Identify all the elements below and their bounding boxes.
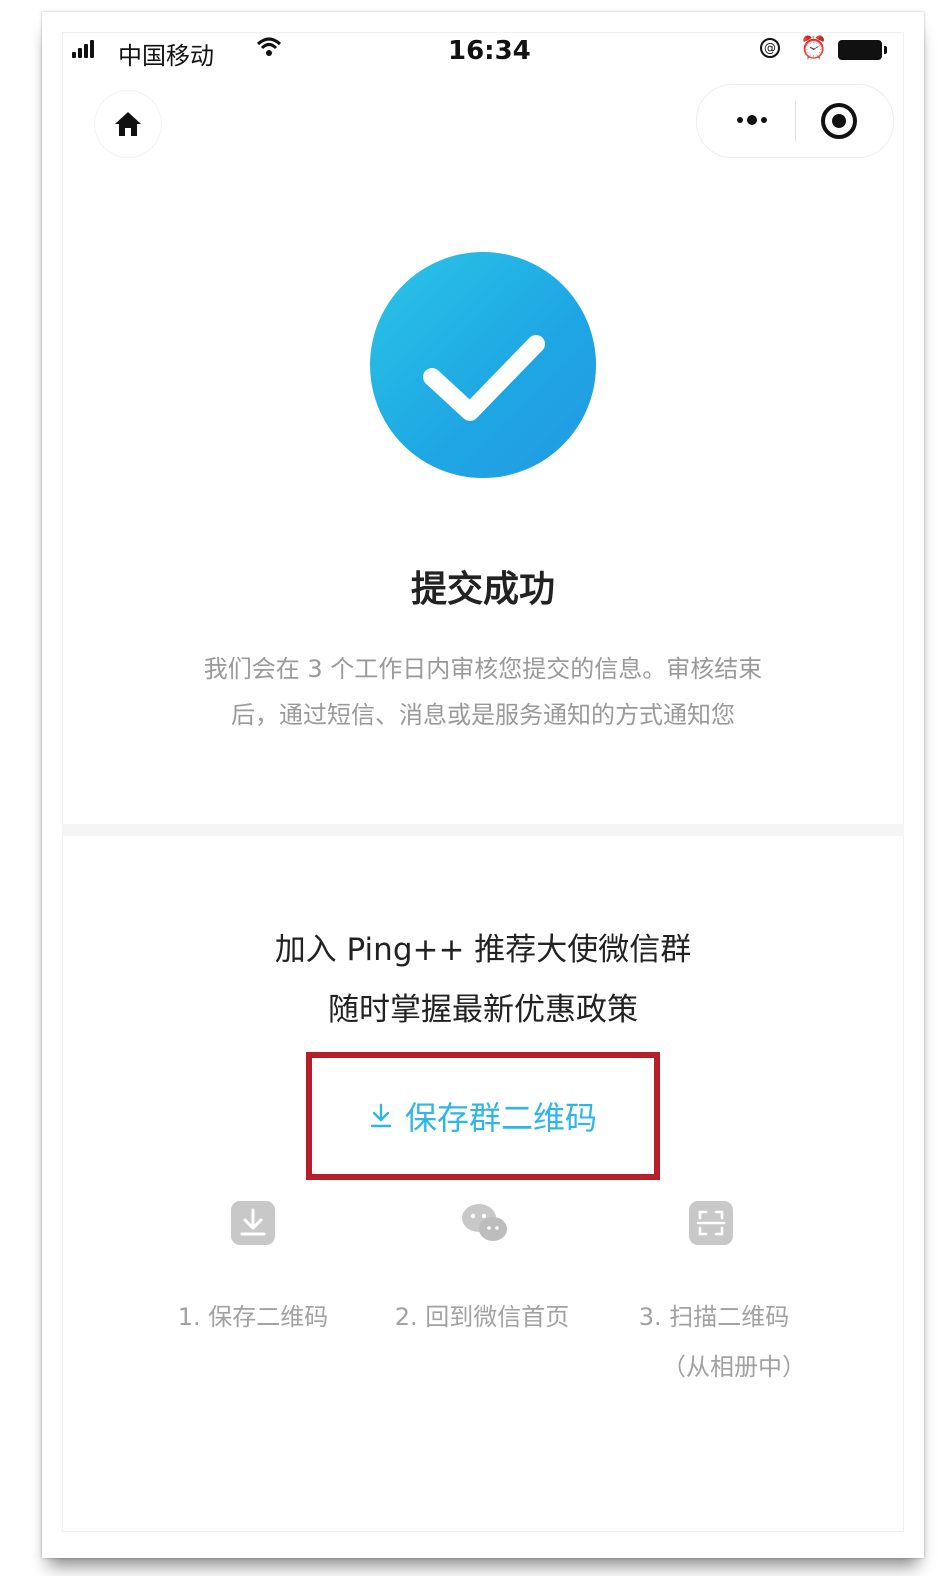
rotation-lock-icon: @ — [760, 38, 780, 58]
signal-icon — [72, 40, 94, 58]
wifi-icon — [256, 36, 282, 64]
wechat-icon — [460, 1200, 510, 1246]
phone-frame: 中国移动 16:34 @ ⏰ 提交成功 我们会在 3 个工作日内审核您提交的信息… — [42, 12, 924, 1558]
save-qr-label: 保存群二维码 — [404, 1099, 597, 1137]
target-icon[interactable] — [819, 101, 859, 141]
step-label: 2. 回到微信首页 — [394, 1303, 570, 1331]
step-label-sub: （从相册中） — [662, 1353, 806, 1381]
battery-icon — [838, 40, 887, 60]
clock-time: 16:34 — [448, 36, 531, 66]
status-bar: 中国移动 16:34 @ ⏰ — [42, 34, 924, 70]
step-label: 3. 扫描二维码 （从相册中） — [614, 1292, 814, 1392]
group-invite-subtitle: 随时掌握最新优惠政策 — [328, 992, 638, 1028]
capsule-divider — [795, 101, 796, 141]
success-description: 我们会在 3 个工作日内审核您提交的信息。审核结束 后，通过短信、消息或是服务通… — [132, 646, 834, 738]
group-invite-title: 加入 Ping++ 推荐大使微信群 — [274, 932, 692, 968]
scan-icon — [688, 1200, 734, 1246]
download-icon — [370, 1103, 392, 1128]
step-label: 1. 保存二维码 — [177, 1303, 329, 1331]
home-button[interactable] — [94, 90, 162, 158]
alarm-icon: ⏰ — [800, 36, 828, 61]
home-icon — [115, 112, 141, 136]
success-description-line: 后，通过短信、消息或是服务通知的方式通知您 — [231, 701, 735, 729]
save-step-icon — [230, 1200, 276, 1246]
success-badge — [370, 252, 596, 478]
step-label-main: 3. 扫描二维码 — [638, 1303, 790, 1331]
more-dots-icon[interactable] — [727, 105, 777, 135]
checkmark-icon — [423, 335, 545, 421]
section-divider — [62, 824, 904, 836]
success-title: 提交成功 — [410, 569, 555, 610]
success-description-line: 我们会在 3 个工作日内审核您提交的信息。审核结束 — [203, 655, 763, 683]
carrier-name: 中国移动 — [118, 42, 214, 70]
mini-program-capsule — [696, 84, 894, 158]
save-qr-button[interactable]: 保存群二维码 — [306, 1052, 660, 1180]
